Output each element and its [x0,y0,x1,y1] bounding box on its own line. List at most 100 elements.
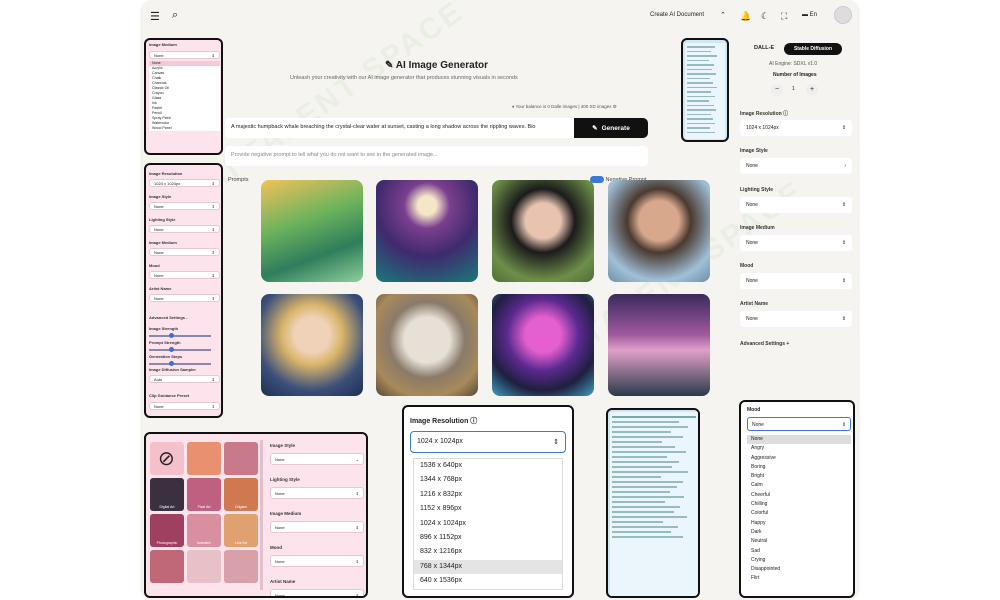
gallery-image[interactable] [261,294,363,396]
sampler-select[interactable]: Auto ⇕ [149,375,220,383]
resolution-option[interactable]: 1536 x 640px [414,459,562,473]
scrollbar[interactable] [260,440,263,590]
style-option[interactable]: Photographic [150,514,184,547]
style-option[interactable]: Line Art [224,514,258,547]
mood-select[interactable]: None ⇕ [740,273,852,289]
image-medium-select[interactable]: None ⇕ [740,235,852,251]
setting-label: Mood [149,263,160,268]
gallery-image[interactable] [376,294,478,396]
mood-option[interactable]: Dark [747,528,851,537]
style-option[interactable] [187,442,221,475]
resolution-option[interactable]: 768 x 1344px [414,559,562,575]
style-option[interactable]: Origami [224,478,258,511]
resolution-option[interactable]: 832 x 1216px [414,545,562,559]
setting-select[interactable]: None ⇕ [149,202,220,210]
style-option[interactable]: Isometric [187,514,221,547]
resolution-option[interactable]: 1216 x 832px [414,488,562,502]
mood-option[interactable]: Aggressive [747,454,851,463]
chevron-down-icon[interactable]: ⌃ [720,11,726,19]
medium-option[interactable]: Wood Panel [149,126,220,131]
style-field-select[interactable]: None ⇕ [270,589,364,596]
style-option[interactable]: Pixel Art [187,478,221,511]
gallery-image[interactable] [608,180,710,282]
bell-icon[interactable]: 🔔 [740,11,751,22]
style-option-label: Pixel Art [197,505,211,509]
fullscreen-icon[interactable]: ⛶ [781,11,787,22]
style-option[interactable] [150,550,184,583]
mood-option[interactable]: Angry [747,444,851,453]
generate-button[interactable]: ✎ Generate [574,118,648,138]
resolution-option[interactable]: 1152 x 896px [414,502,562,516]
mood-option[interactable]: Disappointed [747,565,851,574]
gallery-image[interactable] [608,294,710,396]
style-option[interactable]: ⊘ [150,442,184,475]
mood-option[interactable]: Flirt [747,574,851,583]
lighting-style-select[interactable]: None ⇕ [740,197,852,213]
mood-option[interactable]: Colorful [747,509,851,518]
slider-handle[interactable] [169,347,174,352]
resolution-option[interactable]: 896 x 1152px [414,531,562,545]
setting-select[interactable]: 1024 x 1024px ⇕ [149,179,220,187]
clip-select[interactable]: None ⇕ [149,402,220,410]
gallery-image[interactable] [492,180,594,282]
style-option[interactable] [187,550,221,583]
resolution-option[interactable]: 640 x 1536px [414,574,562,588]
slider[interactable] [149,333,211,338]
menu-icon[interactable]: ☰ [150,10,160,23]
resolution-option[interactable]: 1344 x 768px [414,473,562,487]
setting-select[interactable]: None ⇕ [149,271,220,279]
style-option[interactable] [224,550,258,583]
mood-option[interactable]: Happy [747,519,851,528]
gallery-image[interactable] [376,180,478,282]
mood-option[interactable]: Neutral [747,537,851,546]
gallery-image[interactable] [492,294,594,396]
tab-prompts[interactable]: Prompts [228,177,248,183]
mood-popup-select[interactable]: None ⇕ [747,417,851,431]
style-option[interactable]: Digital Art [150,478,184,511]
search-icon[interactable]: ⌕ [172,9,178,22]
mini-options-list[interactable] [685,43,725,139]
mood-option[interactable]: Crying [747,556,851,565]
artist-options-list[interactable] [610,412,698,596]
slider[interactable] [149,347,211,352]
style-option[interactable] [224,442,258,475]
tab-dalle[interactable]: DALL-E [754,45,774,51]
slider-handle[interactable] [169,333,174,338]
create-document-dropdown[interactable]: Create AI Document [650,12,704,18]
advanced-settings-toggle[interactable]: Advanced Settings + [740,341,789,347]
artist-name-select[interactable]: None ⇕ [740,311,852,327]
style-field-select[interactable]: None ⇕ [270,521,364,533]
language-selector[interactable]: ▬ En [802,12,817,18]
setting-select[interactable]: None ⇕ [149,225,220,233]
decrement-button[interactable]: − [771,84,783,96]
increment-button[interactable]: + [806,84,818,96]
image-style-select[interactable]: None › [740,158,852,174]
avatar[interactable] [834,6,852,24]
advanced-settings-toggle[interactable]: Advanced Settings - [149,315,187,320]
image-resolution-select[interactable]: 1024 x 1024px ⇕ [740,120,852,136]
mood-option[interactable]: Cheerful [747,491,851,500]
resolution-option[interactable]: 1024 x 1024px [414,517,562,531]
prompt-input[interactable]: A majestic humpback whale breaching the … [225,118,580,138]
medium-popup-select[interactable]: None ⇕ [149,51,220,59]
setting-select[interactable]: None ⇕ [149,294,220,302]
tab-stable-diffusion[interactable]: Stable Diffusion [784,43,842,55]
mood-option[interactable]: Boring [747,463,851,472]
mood-option[interactable]: Sad [747,547,851,556]
style-field-select[interactable]: None ⌄ [270,453,364,465]
setting-select[interactable]: None ⇕ [149,248,220,256]
resolution-popup-select[interactable]: 1024 x 1024px ⇕ [410,431,566,453]
style-field-select[interactable]: None ⇕ [270,555,364,567]
style-field-select[interactable]: None ⇕ [270,487,364,499]
select-value: None [154,249,164,255]
chevron-icon: ⇕ [355,558,359,564]
gallery-image[interactable] [261,180,363,282]
mood-option[interactable]: Calm [747,481,851,490]
mood-option[interactable]: Chilling [747,500,851,509]
slider-handle[interactable] [169,361,174,366]
slider[interactable] [149,361,211,366]
mood-option[interactable]: None [747,435,851,445]
negative-prompt-input[interactable]: Provide negative prompt to tell what you… [225,146,648,166]
moon-icon[interactable]: ☾ [761,11,769,22]
mood-option[interactable]: Bright [747,472,851,481]
